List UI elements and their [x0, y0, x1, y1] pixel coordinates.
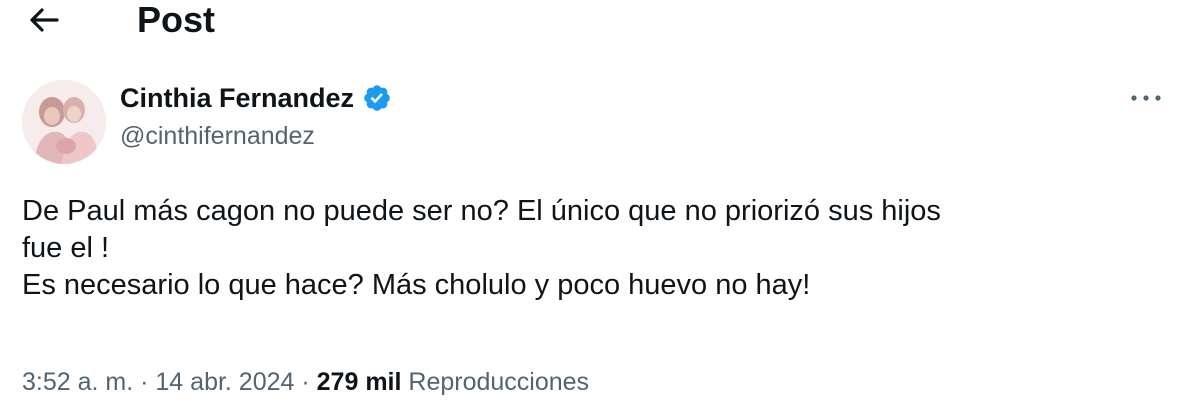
- post-meta: 3:52 a. m. · 14 abr. 2024 · 279 mil Repr…: [22, 364, 589, 400]
- views-count: 279 mil: [316, 368, 402, 396]
- post-text-line: De Paul más cagon no puede ser no? El ún…: [22, 195, 941, 227]
- post-text-line: Es necesario lo que hace? Más cholulo y …: [22, 269, 811, 301]
- page-title: Post: [137, 0, 216, 40]
- post-text: De Paul más cagon no puede ser no? El ún…: [22, 193, 1172, 304]
- views-label: Reproducciones: [408, 368, 590, 396]
- author-name-row[interactable]: Cinthia Fernandez: [120, 80, 392, 116]
- more-options-button[interactable]: [1118, 82, 1174, 114]
- post-date[interactable]: 14 abr. 2024: [155, 368, 294, 396]
- meta-separator: ·: [140, 368, 149, 396]
- avatar[interactable]: [22, 80, 106, 164]
- arrow-left-icon: [30, 8, 59, 32]
- post-header: Post: [0, 0, 1200, 46]
- meta-separator: ·: [301, 368, 310, 396]
- profile-photo-avatar: [22, 80, 106, 164]
- more-horizontal-icon: [1131, 95, 1161, 101]
- author-name[interactable]: Cinthia Fernandez: [120, 80, 354, 116]
- back-button[interactable]: [18, 0, 70, 40]
- post-time[interactable]: 3:52 a. m.: [22, 368, 133, 396]
- author-handle[interactable]: @cinthifernandez: [120, 120, 315, 152]
- post-text-line: fue el !: [22, 232, 110, 264]
- verified-badge-icon: [362, 83, 392, 113]
